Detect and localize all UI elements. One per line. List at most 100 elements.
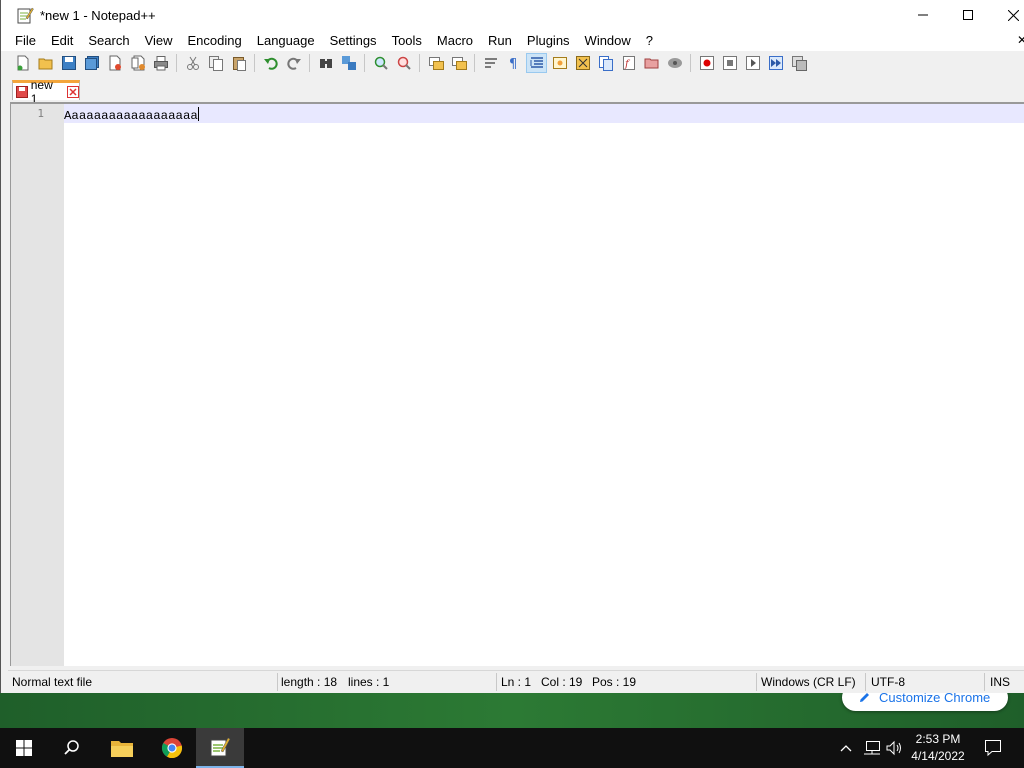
editor-area[interactable]: 1 Aaaaaaaaaaaaaaaaaa (10, 102, 1024, 666)
clock-date: 4/14/2022 (911, 749, 965, 763)
status-separator (984, 673, 985, 691)
word-wrap-button[interactable] (481, 54, 500, 72)
volume-button[interactable] (884, 728, 906, 768)
start-button[interactable] (0, 728, 48, 768)
menu-file[interactable]: File (1, 30, 42, 51)
new-file-button[interactable] (13, 54, 32, 72)
toolbar-separator (474, 54, 475, 72)
status-insert-mode: INS (990, 675, 1011, 689)
status-encoding: UTF-8 (871, 675, 905, 689)
undo-icon (263, 57, 278, 70)
menu-macro[interactable]: Macro (428, 30, 479, 51)
paste-button[interactable] (229, 54, 248, 72)
close-window-button[interactable] (990, 0, 1024, 30)
zoom-out-button[interactable] (394, 54, 413, 72)
replace-button[interactable] (339, 54, 358, 72)
chevron-up-icon (840, 745, 852, 752)
minimize-button[interactable] (900, 0, 946, 30)
close-all-button[interactable] (128, 54, 147, 72)
folder-as-workspace-button[interactable] (642, 54, 661, 72)
menu-search[interactable]: Search (79, 30, 135, 51)
close-file-button[interactable] (105, 54, 124, 72)
stop-recording-button[interactable] (720, 54, 739, 72)
monitoring-icon (667, 58, 682, 68)
playback-macro-button[interactable] (743, 54, 762, 72)
zoom-in-button[interactable] (371, 54, 390, 72)
redo-button[interactable] (284, 54, 303, 72)
print-button[interactable] (151, 54, 170, 72)
save-button[interactable] (59, 54, 78, 72)
cut-icon (186, 56, 199, 70)
menu-help[interactable]: ? (637, 30, 659, 51)
menu-window[interactable]: Window (576, 30, 637, 51)
volume-icon (886, 740, 901, 756)
close-file-icon (109, 55, 121, 71)
clock-time: 2:53 PM (915, 732, 961, 746)
close-document-button[interactable]: ✕ (1017, 33, 1024, 47)
code-line[interactable]: Aaaaaaaaaaaaaaaaaa (64, 107, 199, 123)
document-map-icon (575, 56, 590, 70)
search-icon (64, 740, 79, 755)
cut-button[interactable] (183, 54, 202, 72)
toolbar-separator (176, 54, 177, 72)
show-hidden-icons-button[interactable] (837, 728, 855, 768)
network-button[interactable] (861, 728, 883, 768)
taskbar-file-explorer[interactable] (98, 728, 146, 768)
notepadpp-app-icon (17, 7, 34, 24)
notepadpp-icon (210, 737, 231, 757)
taskbar-search-button[interactable] (48, 728, 96, 768)
taskbar-clock[interactable]: 2:53 PM 4/14/2022 (905, 731, 971, 765)
code-line-text: Aaaaaaaaaaaaaaaaaa (64, 109, 198, 123)
undo-button[interactable] (261, 54, 280, 72)
notifications-button[interactable] (978, 728, 1008, 768)
open-file-button[interactable] (36, 54, 55, 72)
document-list-button[interactable] (596, 54, 615, 72)
status-file-type: Normal text file (12, 675, 93, 689)
menu-settings[interactable]: Settings (321, 30, 383, 51)
menu-encoding[interactable]: Encoding (179, 30, 248, 51)
maximize-button[interactable] (945, 0, 991, 30)
function-list-button[interactable]: f (619, 54, 638, 72)
toolbar-separator (419, 54, 420, 72)
status-column: Col : 19 (541, 675, 583, 689)
copy-button[interactable] (206, 54, 225, 72)
record-macro-button[interactable] (697, 54, 716, 72)
notification-icon (985, 740, 1001, 757)
chrome-icon (161, 738, 183, 759)
user-defined-language-button[interactable] (550, 54, 569, 72)
sync-horizontal-icon (451, 57, 467, 70)
sync-vertical-button[interactable] (426, 54, 445, 72)
show-all-characters-button[interactable]: ¶ (504, 54, 523, 72)
indent-guide-button[interactable] (526, 53, 547, 73)
document-map-button[interactable] (573, 54, 592, 72)
status-lines: lines : 1 (348, 675, 390, 689)
menu-run[interactable]: Run (479, 30, 518, 51)
show-all-characters-icon: ¶ (509, 57, 517, 71)
redo-icon (286, 57, 301, 70)
save-all-icon (84, 56, 99, 70)
sync-horizontal-button[interactable] (449, 54, 468, 72)
network-icon (864, 741, 880, 755)
menu-tools[interactable]: Tools (383, 30, 428, 51)
menu-edit[interactable]: Edit (42, 30, 79, 51)
save-all-button[interactable] (82, 54, 101, 72)
tab-close-icon[interactable] (67, 85, 79, 98)
notepadpp-window: *new 1 - Notepad++ File Edit Search View… (0, 0, 1024, 693)
tab-new-1[interactable]: new 1 (12, 78, 80, 106)
maximize-icon (963, 10, 973, 20)
open-file-icon (38, 58, 52, 70)
taskbar-chrome[interactable] (148, 728, 196, 768)
monitoring-button[interactable] (665, 54, 684, 72)
menu-language[interactable]: Language (248, 30, 321, 51)
run-macro-multiple-button[interactable] (766, 54, 785, 72)
find-button[interactable] (316, 54, 335, 72)
menu-view[interactable]: View (136, 30, 179, 51)
menu-plugins[interactable]: Plugins (518, 30, 576, 51)
toolbar-separator (364, 54, 365, 72)
start-icon (16, 740, 32, 756)
folder-as-workspace-icon (644, 58, 658, 69)
title-bar[interactable]: *new 1 - Notepad++ (1, 0, 1024, 30)
file-explorer-icon (111, 741, 133, 757)
save-macro-button[interactable] (789, 54, 808, 72)
taskbar-notepadpp[interactable] (196, 728, 244, 768)
